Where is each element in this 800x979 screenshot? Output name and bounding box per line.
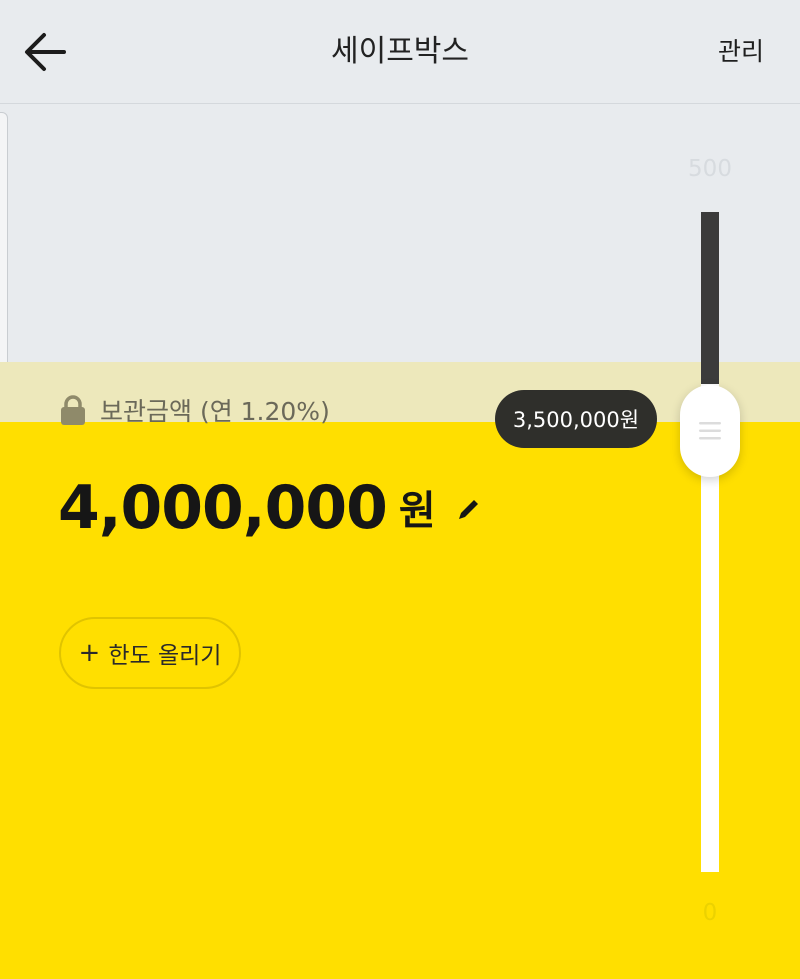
stored-amount-label: 보관금액 (연 1.20%) (60, 390, 330, 430)
slider-min-label: 0 (702, 900, 718, 926)
stored-amount-value: 4,000,000 (58, 473, 388, 543)
app-header: 세이프박스 관리 (0, 0, 800, 104)
raise-limit-button[interactable]: + 한도 올리기 (59, 617, 241, 689)
currency-label: 원 (398, 488, 436, 534)
page-title: 세이프박스 (331, 34, 469, 69)
manage-button[interactable]: 관리 (718, 30, 764, 74)
slider-value-tooltip: 3,500,000원 (495, 390, 657, 448)
pencil-icon[interactable] (456, 496, 482, 522)
stored-amount-text: 보관금액 (연 1.20%) (100, 397, 330, 426)
slider-max-label: 500 (688, 156, 732, 182)
slider-remaining (701, 212, 719, 384)
arrow-left-icon (25, 33, 66, 71)
plus-icon: + (78, 638, 101, 668)
stored-amount-row: 4,000,000 원 (58, 470, 482, 546)
lock-icon (61, 395, 85, 425)
slider-handle[interactable] (680, 385, 740, 477)
back-button[interactable] (18, 27, 72, 77)
drag-handle-icon (699, 422, 721, 440)
raise-limit-label: 한도 올리기 (108, 643, 222, 669)
amount-slider-track[interactable] (701, 212, 719, 872)
